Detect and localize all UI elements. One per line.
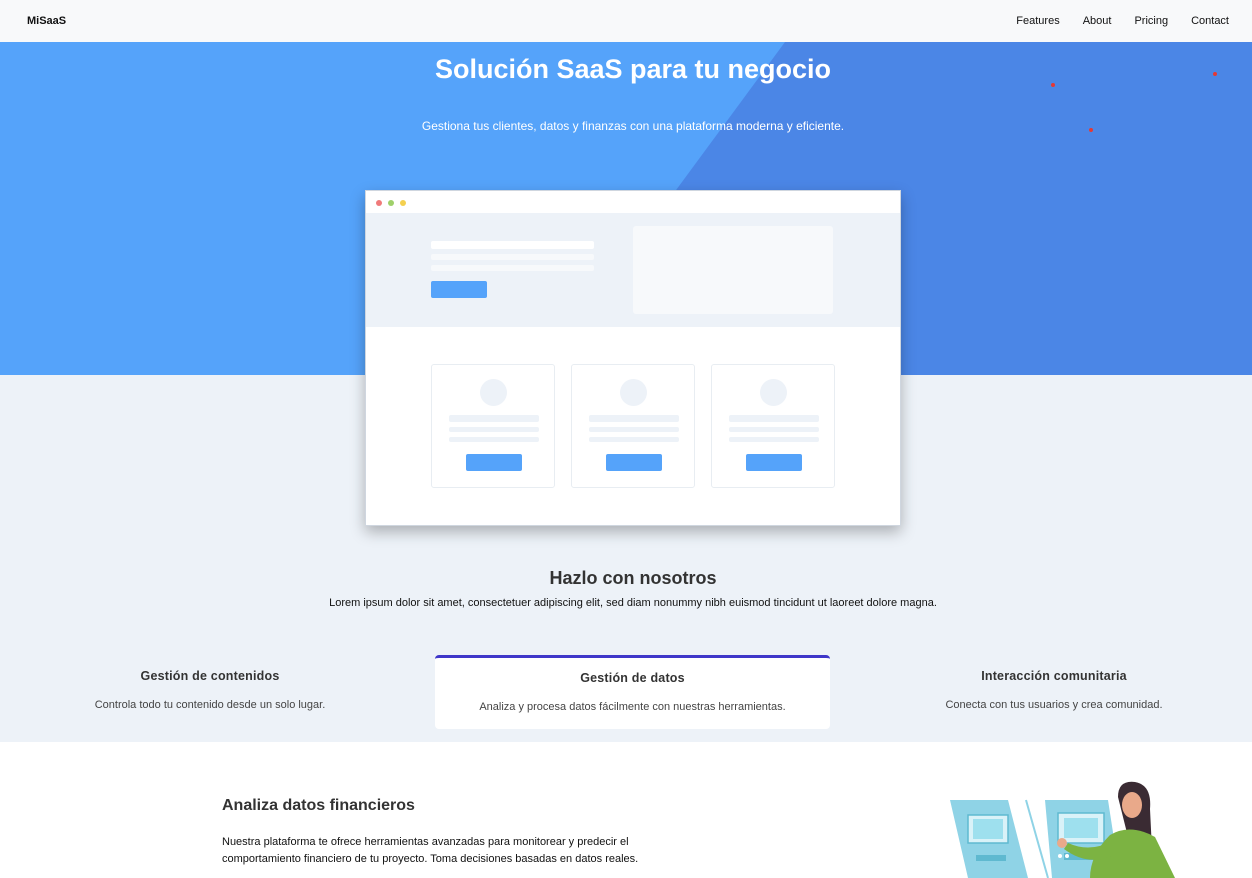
finance-text: Nuestra plataforma te ofrece herramienta… xyxy=(222,836,639,865)
feature-item-community[interactable]: Interacción comunitaria Conecta con tus … xyxy=(904,669,1204,711)
hero-subtitle: Gestiona tus clientes, datos y finanzas … xyxy=(421,119,845,133)
window-dot-green-icon xyxy=(388,200,394,206)
mockup-card-line xyxy=(589,415,679,422)
mockup-hero xyxy=(366,213,900,327)
decorative-dot xyxy=(1051,83,1055,87)
mockup-button xyxy=(431,281,487,298)
mockup-card-line xyxy=(449,437,539,442)
brand-logo[interactable]: MiSaaS xyxy=(27,15,66,27)
mockup-avatar xyxy=(480,379,507,406)
nav-link-about[interactable]: About xyxy=(1083,15,1112,27)
mockup-card-line xyxy=(729,427,819,432)
finance-illustration xyxy=(950,781,1175,878)
mockup-card-button xyxy=(606,454,662,471)
mockup-avatar xyxy=(760,379,787,406)
mockup-text-line xyxy=(431,254,594,260)
feature-title: Gestión de datos xyxy=(580,671,685,685)
mockup-card-button xyxy=(746,454,802,471)
mockup-avatar xyxy=(620,379,647,406)
nav-link-features[interactable]: Features xyxy=(1016,15,1059,27)
mockup-card-line xyxy=(449,415,539,422)
finance-title: Analiza datos financieros xyxy=(222,797,415,814)
feature-title: Interacción comunitaria xyxy=(981,669,1127,683)
screen-panel-icon xyxy=(950,800,1028,878)
mockup-text-line xyxy=(431,265,594,271)
mockup-card xyxy=(711,364,835,488)
feature-description: Conecta con tus usuarios y crea comunida… xyxy=(945,699,1163,711)
feature-description: Controla todo tu contenido desde un solo… xyxy=(94,699,326,711)
mockup-window-bar xyxy=(366,191,900,213)
mockup-card-line xyxy=(729,415,819,422)
window-dot-red-icon xyxy=(376,200,382,206)
decorative-dot xyxy=(1089,128,1093,132)
feature-item-data-active[interactable]: Gestión de datos Analiza y procesa datos… xyxy=(435,655,830,729)
feature-description: Analiza y procesa datos fácilmente con n… xyxy=(479,701,786,713)
nav-link-contact[interactable]: Contact xyxy=(1191,15,1229,27)
navbar: MiSaaS Features About Pricing Contact xyxy=(0,0,1252,42)
nav-links: Features About Pricing Contact xyxy=(993,15,1229,27)
mockup-image-panel xyxy=(633,226,833,314)
mockup-text-line xyxy=(431,241,594,249)
nav-link-pricing[interactable]: Pricing xyxy=(1134,15,1168,27)
decorative-dot xyxy=(1213,72,1217,76)
feature-item-content[interactable]: Gestión de contenidos Controla todo tu c… xyxy=(60,669,360,711)
mockup-card xyxy=(431,364,555,488)
mockup-card xyxy=(571,364,695,488)
feature-title: Gestión de contenidos xyxy=(140,669,280,683)
section-title: Hazlo con nosotros xyxy=(549,568,717,588)
mockup-card-line xyxy=(449,427,539,432)
mockup-card-line xyxy=(589,437,679,442)
mockup-card-button xyxy=(466,454,522,471)
hero-title: Solución SaaS para tu negocio xyxy=(434,54,832,84)
feature-content: Gestión de datos Analiza y procesa datos… xyxy=(435,671,830,713)
mockup-card-line xyxy=(729,437,819,442)
window-dot-yellow-icon xyxy=(400,200,406,206)
section-subtitle: Lorem ipsum dolor sit amet, consectetuer… xyxy=(329,597,937,609)
mockup-card-line xyxy=(589,427,679,432)
app-mockup-illustration xyxy=(365,190,901,526)
